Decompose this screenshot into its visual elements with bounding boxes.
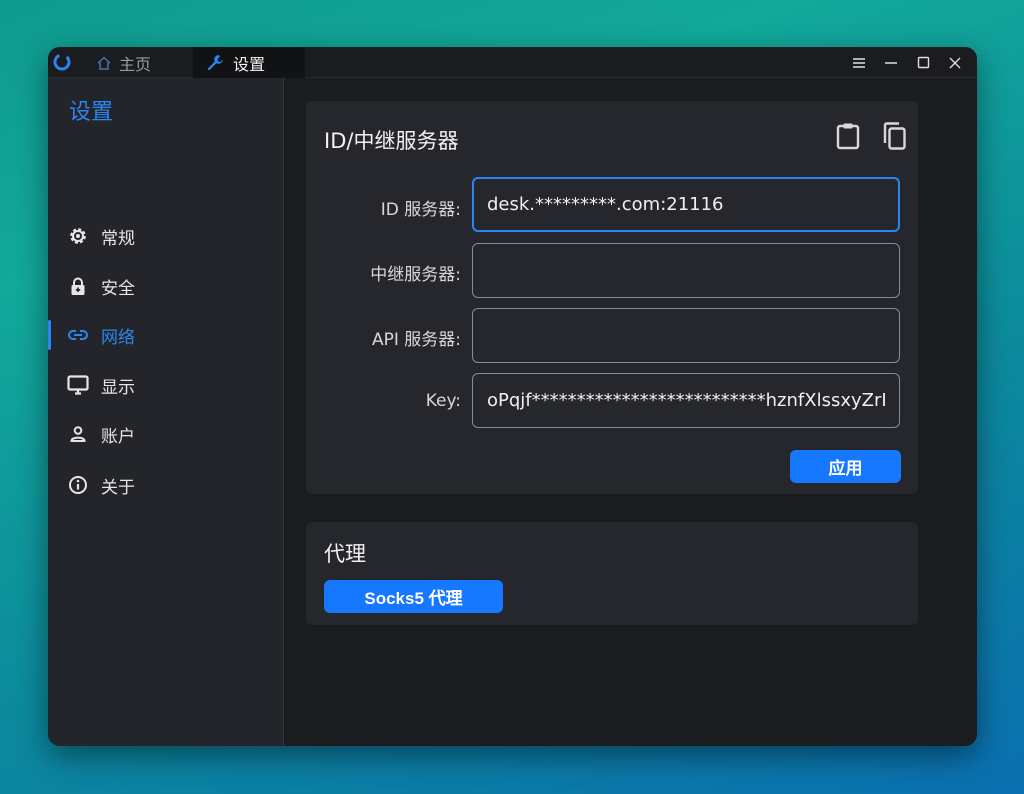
sidebar-item-label: 安全 (101, 278, 135, 299)
app-window: 主页 设置 设置 常规 安全 网络 显示 账户 关于 ID/中继服务器 ID 服… (48, 47, 977, 746)
proxy-card: 代理 Socks5 代理 (306, 522, 918, 625)
api-server-input[interactable] (472, 308, 900, 363)
sidebar-item-network[interactable]: 网络 (48, 315, 284, 355)
link-icon (67, 324, 89, 346)
user-icon (67, 423, 89, 445)
gear-icon (67, 225, 89, 247)
key-label: Key: (425, 391, 461, 411)
apply-button[interactable]: 应用 (790, 450, 901, 483)
sidebar-item-display[interactable]: 显示 (48, 365, 284, 405)
close-icon (949, 57, 961, 68)
socks5-proxy-button[interactable]: Socks5 代理 (324, 580, 503, 613)
sidebar-item-security[interactable]: 安全 (48, 266, 284, 306)
id-server-label: ID 服务器: (380, 200, 461, 220)
relay-server-input[interactable] (472, 243, 900, 298)
clipboard-icon[interactable] (835, 121, 861, 151)
lock-icon (67, 275, 89, 297)
sidebar-item-label: 显示 (101, 377, 135, 398)
monitor-icon (67, 374, 89, 396)
tab-settings-label: 设置 (233, 54, 266, 74)
minimize-icon (885, 61, 897, 64)
sidebar-item-account[interactable]: 账户 (48, 414, 284, 454)
relay-card-title: ID/中继服务器 (324, 129, 459, 153)
info-icon (67, 474, 89, 496)
key-input[interactable] (472, 373, 900, 428)
sidebar: 设置 常规 安全 网络 显示 账户 关于 (48, 78, 284, 746)
sidebar-item-label: 关于 (101, 477, 135, 498)
main-content: ID/中继服务器 ID 服务器: 中继服务器: API 服务器: Key: 应用… (285, 78, 977, 746)
id-server-input[interactable] (472, 177, 900, 232)
proxy-card-title: 代理 (324, 542, 366, 566)
sidebar-title: 设置 (69, 100, 114, 125)
tab-home[interactable]: 主页 (96, 47, 196, 78)
maximize-button[interactable] (907, 47, 939, 78)
app-logo-icon (53, 53, 71, 71)
sidebar-item-label: 网络 (101, 327, 135, 348)
sidebar-item-about[interactable]: 关于 (48, 465, 284, 505)
title-bar: 主页 设置 (48, 47, 977, 78)
wrench-icon (207, 54, 223, 70)
close-button[interactable] (939, 47, 971, 78)
tab-settings[interactable]: 设置 (193, 47, 305, 78)
sidebar-item-label: 常规 (101, 228, 135, 249)
minimize-button[interactable] (875, 47, 907, 78)
tab-home-label: 主页 (119, 54, 152, 74)
maximize-icon (917, 56, 929, 69)
relay-server-card: ID/中继服务器 ID 服务器: 中继服务器: API 服务器: Key: 应用 (306, 101, 918, 494)
window-controls (843, 47, 971, 78)
menu-icon (853, 57, 865, 68)
copy-icon[interactable] (881, 121, 907, 151)
api-server-label: API 服务器: (371, 330, 461, 350)
home-icon (97, 55, 111, 70)
menu-button[interactable] (843, 47, 875, 78)
relay-server-label: 中继服务器: (370, 265, 461, 285)
sidebar-item-label: 账户 (101, 426, 135, 447)
sidebar-item-general[interactable]: 常规 (48, 216, 284, 256)
